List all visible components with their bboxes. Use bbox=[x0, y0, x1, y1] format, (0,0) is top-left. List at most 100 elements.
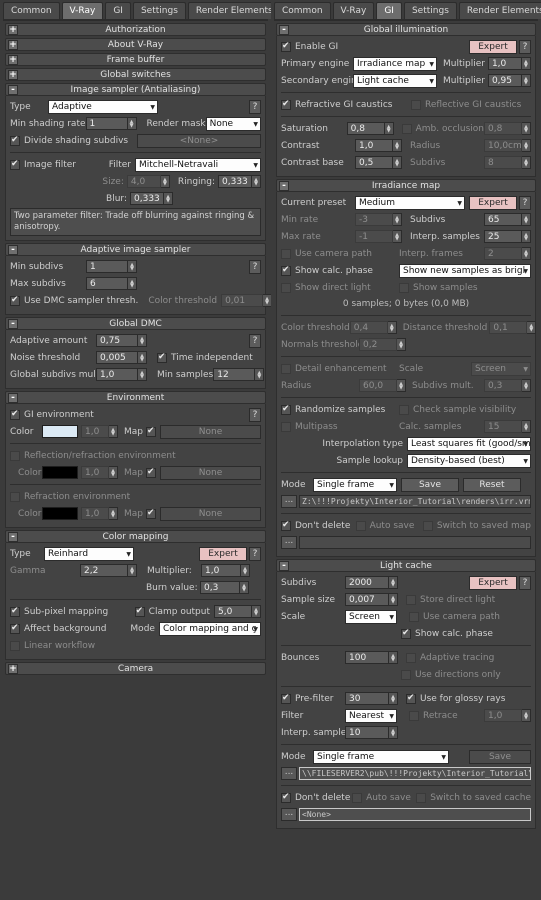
lc-subdivs-input[interactable]: 2000 bbox=[345, 576, 389, 589]
checkbox-icon[interactable] bbox=[10, 491, 20, 502]
prefilter-input[interactable]: 30 bbox=[345, 692, 389, 705]
rollout-authorization[interactable]: + Authorization bbox=[5, 23, 266, 36]
ao-subdivs-input[interactable]: 8 bbox=[484, 156, 522, 169]
enable-gi-checkbox[interactable]: Enable GI bbox=[281, 41, 338, 52]
lc-browse-button[interactable]: ... bbox=[281, 767, 297, 780]
sampler-type-dropdown[interactable]: Adaptive bbox=[48, 99, 158, 114]
burn-value-input[interactable]: 0,3 bbox=[200, 581, 240, 594]
checkbox-icon[interactable] bbox=[10, 295, 20, 306]
checkbox-icon[interactable] bbox=[409, 710, 419, 721]
interp-samples-input[interactable]: 25 bbox=[484, 230, 522, 243]
time-independent-checkbox[interactable]: Time independent bbox=[157, 352, 253, 363]
irr-dont-delete-checkbox[interactable]: Don't delete bbox=[281, 520, 356, 531]
spinner-icon[interactable]: ▲ ▼ bbox=[128, 277, 137, 290]
calc-samples-input[interactable]: 15 bbox=[484, 420, 522, 433]
linear-workflow-checkbox[interactable]: Linear workflow bbox=[10, 640, 95, 651]
checkbox-icon[interactable] bbox=[134, 606, 145, 617]
irr-color-threshold-stepper[interactable]: 0,4 ▲ ▼ bbox=[349, 321, 397, 334]
min-shading-rate-stepper[interactable]: 1 ▲ ▼ bbox=[85, 117, 137, 130]
lc-file-path[interactable]: \\FILESERVER2\pub\!!!Projekty\Interior_T… bbox=[299, 767, 531, 780]
refr-multiplier-stepper[interactable]: 1,0 ▲ ▼ bbox=[81, 507, 118, 520]
saturation-stepper[interactable]: 0,8 ▲ ▼ bbox=[346, 122, 394, 135]
checkbox-icon[interactable] bbox=[10, 409, 20, 420]
spinner-icon[interactable]: ▲ ▼ bbox=[252, 175, 261, 188]
expand-icon[interactable]: + bbox=[8, 25, 18, 35]
rollout-color-mapping-header[interactable]: - Color mapping bbox=[5, 530, 266, 543]
show-samples-mode-dropdown[interactable]: Show new samples as brigl bbox=[399, 263, 531, 278]
min-rate-input[interactable]: -3 bbox=[355, 213, 393, 226]
help-icon[interactable]: ? bbox=[249, 259, 261, 274]
irr-autosave-browse-button[interactable]: ... bbox=[281, 536, 297, 549]
spinner-icon[interactable]: ▲ ▼ bbox=[240, 581, 249, 594]
checkbox-icon[interactable] bbox=[281, 282, 291, 293]
color-threshold-input[interactable]: 0,01 bbox=[221, 294, 264, 307]
checkbox-icon[interactable] bbox=[281, 41, 291, 52]
current-preset-dropdown[interactable]: Medium bbox=[355, 195, 465, 210]
lc-autosave-browse-button[interactable]: ... bbox=[281, 808, 297, 821]
spinner-icon[interactable]: ▲ ▼ bbox=[522, 247, 531, 260]
subdivs-mult-stepper[interactable]: 0,3 ▲ ▼ bbox=[484, 379, 531, 392]
normals-threshold-input[interactable]: 0,2 bbox=[359, 338, 397, 351]
expand-icon[interactable]: + bbox=[8, 40, 18, 50]
prefilter-checkbox[interactable]: Pre-filter bbox=[281, 693, 345, 704]
render-mask-dropdown[interactable]: None bbox=[205, 116, 261, 131]
irr-browse-button[interactable]: ... bbox=[281, 495, 297, 508]
prefilter-stepper[interactable]: 30 ▲ ▼ bbox=[345, 692, 398, 705]
spinner-icon[interactable]: ▲ ▼ bbox=[241, 564, 250, 577]
help-icon[interactable]: ? bbox=[249, 333, 261, 348]
irr-use-camera-path-checkbox[interactable]: Use camera path bbox=[281, 248, 399, 259]
checkbox-icon[interactable] bbox=[352, 792, 363, 803]
lc-filter-dropdown[interactable]: Nearest bbox=[345, 708, 397, 723]
irr-subdivs-stepper[interactable]: 65 ▲ ▼ bbox=[484, 213, 531, 226]
rollout-global-dmc-header[interactable]: - Global DMC bbox=[5, 317, 266, 330]
amb-occlusion-input[interactable]: 0,8 bbox=[484, 122, 522, 135]
filter-size-input[interactable]: 4,0 bbox=[126, 175, 161, 188]
checkbox-icon[interactable] bbox=[10, 450, 20, 461]
checkbox-icon[interactable] bbox=[399, 282, 409, 293]
checkbox-icon[interactable] bbox=[10, 640, 20, 651]
filter-size-stepper[interactable]: 4,0 ▲ ▼ bbox=[126, 175, 170, 188]
interp-samples-stepper[interactable]: 25 ▲ ▼ bbox=[484, 230, 531, 243]
spinner-icon[interactable]: ▲ ▼ bbox=[522, 122, 531, 135]
clamp-output-stepper[interactable]: 5,0 ▲ ▼ bbox=[214, 605, 261, 618]
expert-button[interactable]: Expert bbox=[199, 546, 247, 561]
rollout-irradiance-map-header[interactable]: - Irradiance map bbox=[276, 179, 536, 192]
multiplier-stepper[interactable]: 1,0 ▲ ▼ bbox=[201, 564, 250, 577]
ringing-stepper[interactable]: 0,333 ▲ ▼ bbox=[218, 175, 261, 188]
checkbox-icon[interactable] bbox=[281, 520, 291, 531]
secondary-multiplier-stepper[interactable]: 0,95 ▲ ▼ bbox=[487, 74, 531, 87]
subpixel-mapping-checkbox[interactable]: Sub-pixel mapping bbox=[10, 606, 135, 617]
refl-multiplier-stepper[interactable]: 1,0 ▲ ▼ bbox=[81, 466, 118, 479]
adaptive-amount-stepper[interactable]: 0,75 ▲ ▼ bbox=[96, 334, 147, 347]
detail-radius-input[interactable]: 60,0 bbox=[359, 379, 397, 392]
secondary-engine-dropdown[interactable]: Light cache bbox=[353, 73, 437, 88]
subdivs-mult-input[interactable]: 0,3 bbox=[484, 379, 522, 392]
primary-multiplier-input[interactable]: 1,0 bbox=[487, 57, 522, 70]
amb-occlusion-checkbox[interactable]: Amb. occlusion bbox=[401, 123, 484, 134]
checkbox-icon[interactable] bbox=[10, 606, 20, 617]
blur-input[interactable]: 0,333 bbox=[130, 192, 164, 205]
max-subdivs-stepper[interactable]: 6 ▲ ▼ bbox=[86, 277, 137, 290]
lc-interp-samples-stepper[interactable]: 10 ▲ ▼ bbox=[345, 726, 398, 739]
reflection-color-swatch[interactable] bbox=[42, 466, 78, 479]
irr-subdivs-input[interactable]: 65 bbox=[484, 213, 522, 226]
spinner-icon[interactable]: ▲ ▼ bbox=[522, 139, 531, 152]
collapse-icon[interactable]: - bbox=[8, 532, 18, 542]
noise-threshold-input[interactable]: 0,005 bbox=[96, 351, 138, 364]
checkbox-icon[interactable] bbox=[281, 99, 291, 110]
lc-subdivs-stepper[interactable]: 2000 ▲ ▼ bbox=[345, 576, 398, 589]
collapse-icon[interactable]: - bbox=[8, 319, 18, 329]
min-rate-stepper[interactable]: -3 ▲ ▼ bbox=[355, 213, 402, 226]
checkbox-icon[interactable] bbox=[281, 792, 291, 803]
checkbox-icon[interactable] bbox=[406, 652, 416, 663]
help-icon[interactable]: ? bbox=[249, 546, 261, 561]
global-subdivs-stepper[interactable]: 1,0 ▲ ▼ bbox=[96, 368, 147, 381]
checkbox-icon[interactable] bbox=[10, 623, 20, 634]
refr-map-checkbox[interactable] bbox=[146, 508, 156, 519]
gi-color-swatch[interactable] bbox=[42, 425, 78, 438]
adaptive-amount-input[interactable]: 0,75 bbox=[96, 334, 138, 347]
checkbox-icon[interactable] bbox=[411, 99, 421, 110]
spinner-icon[interactable]: ▲ ▼ bbox=[109, 425, 118, 438]
detail-enhancement-checkbox[interactable]: Detail enhancement bbox=[281, 363, 399, 374]
gi-map-checkbox[interactable] bbox=[146, 426, 156, 437]
